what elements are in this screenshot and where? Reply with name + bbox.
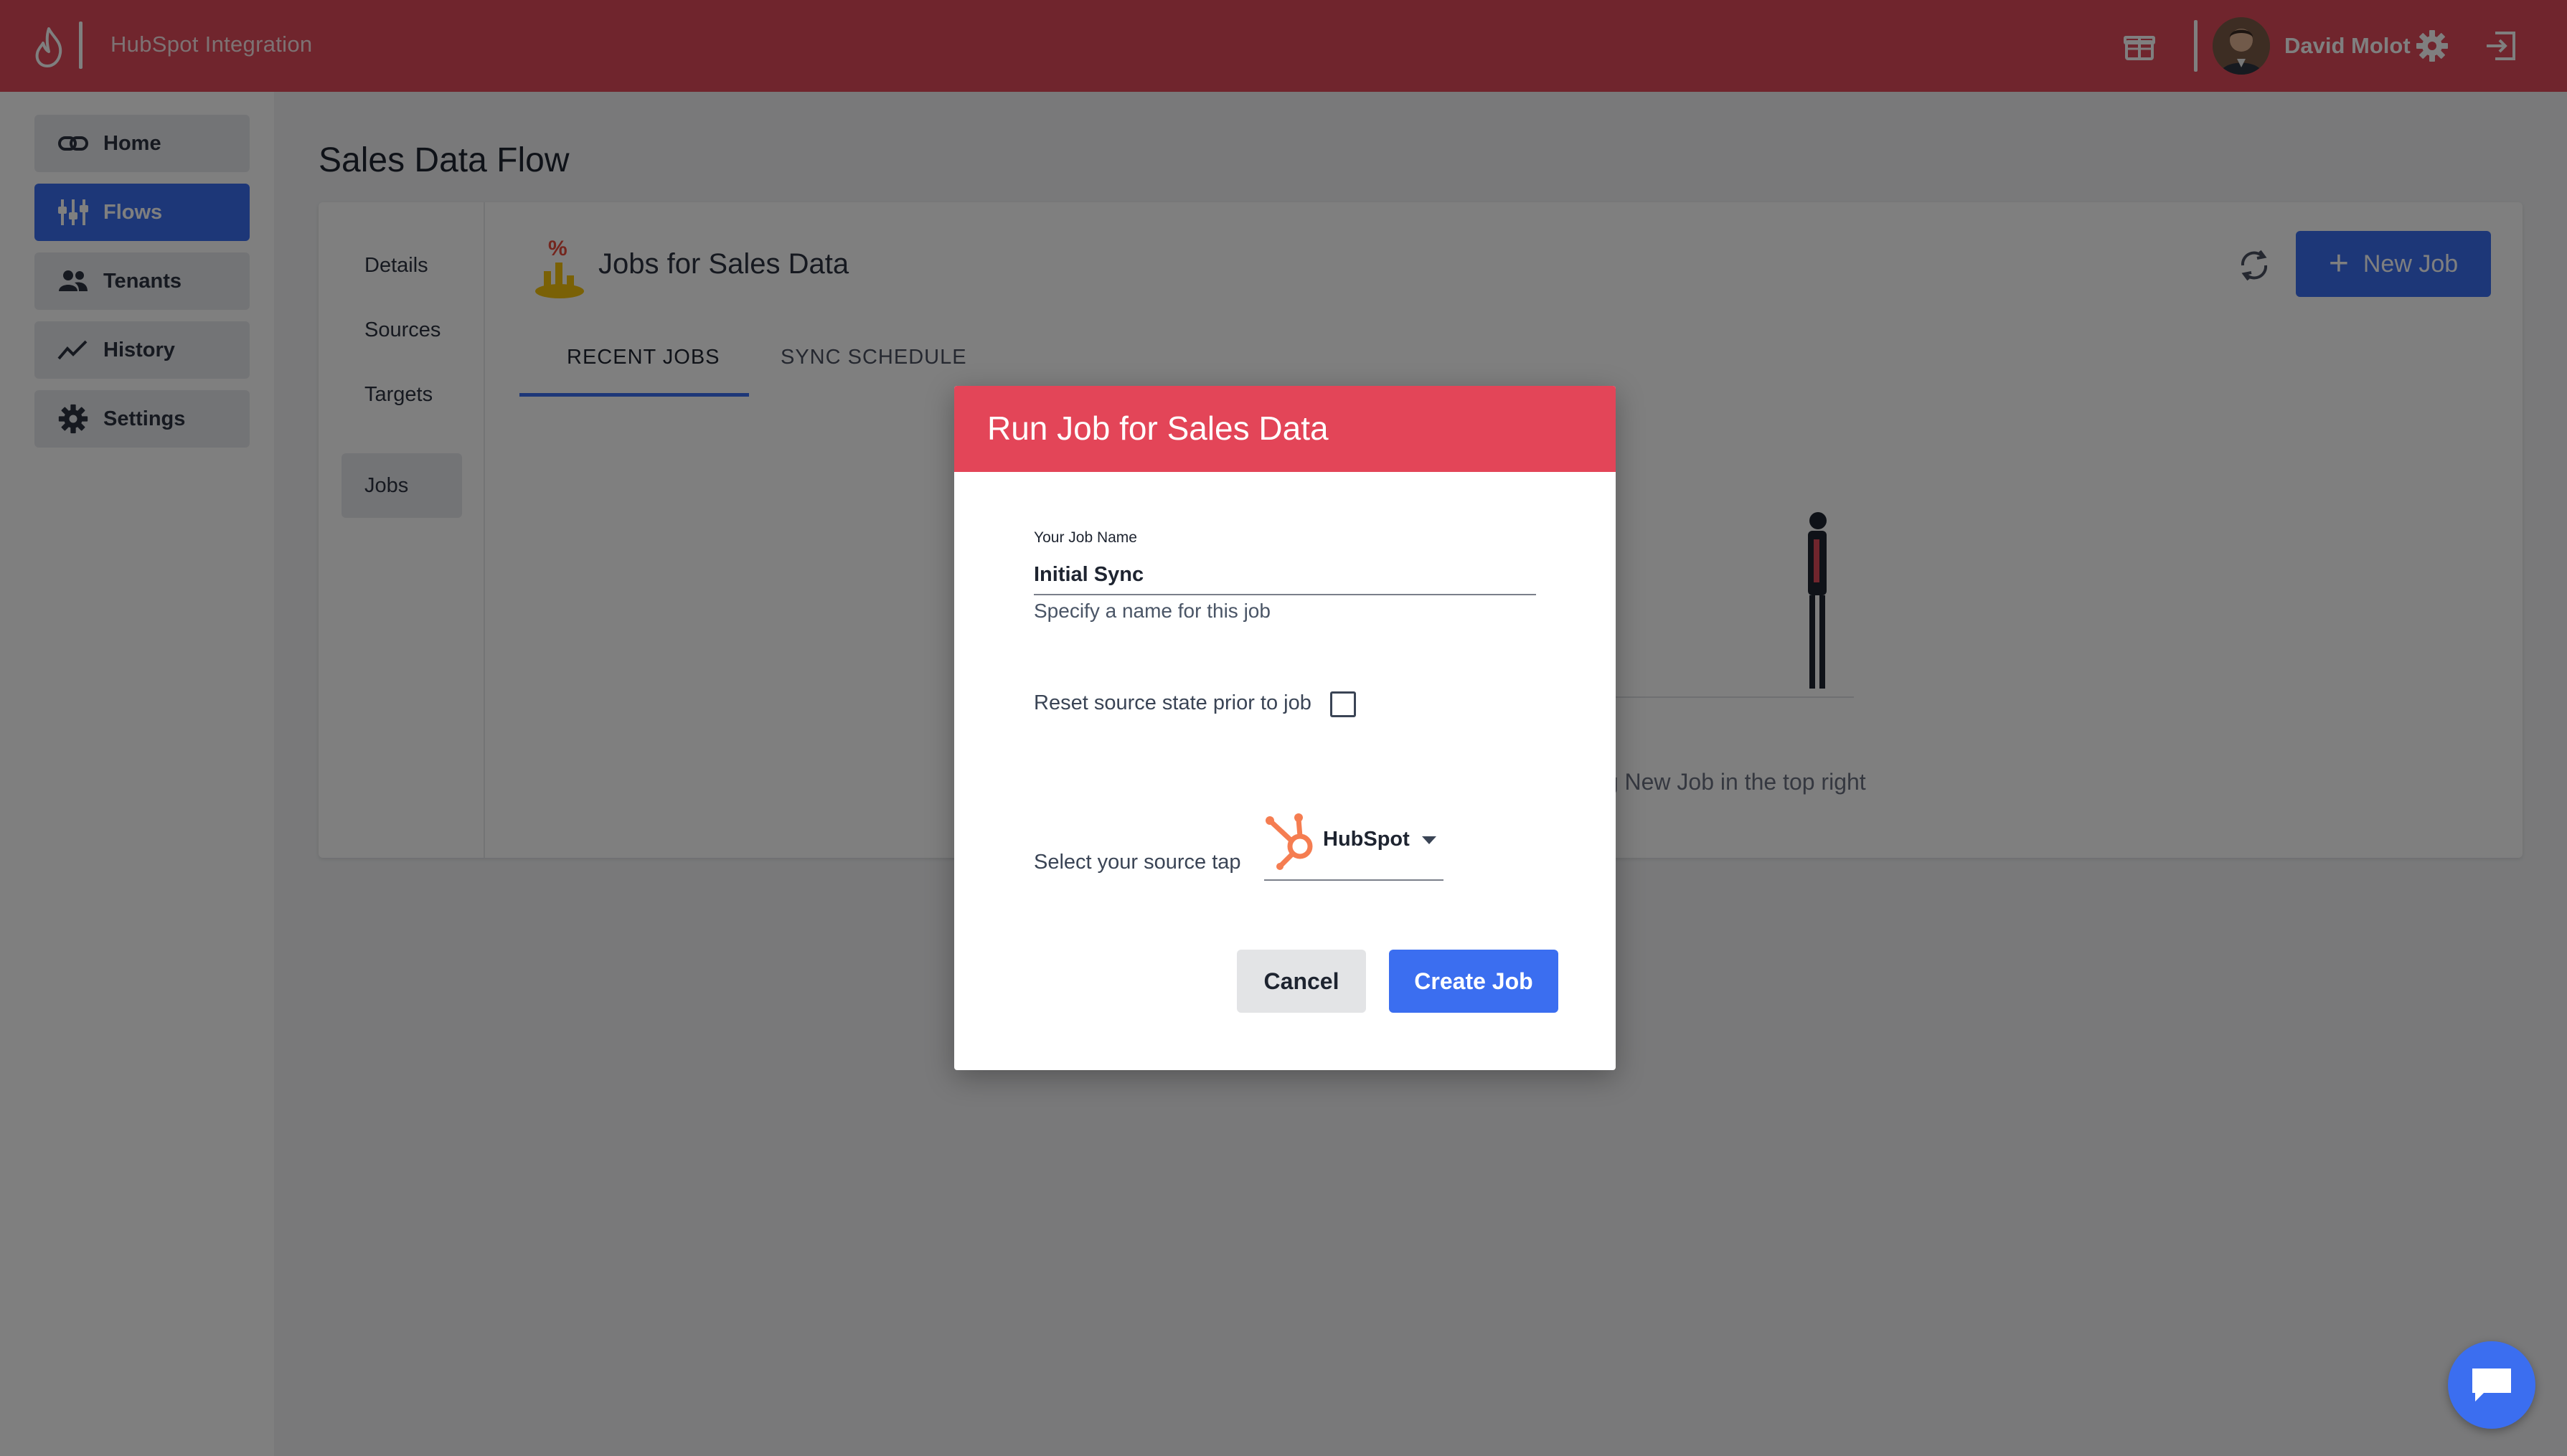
job-name-help: Specify a name for this job — [1034, 600, 1271, 622]
run-job-dialog: Run Job for Sales Data Your Job Name Spe… — [954, 386, 1616, 1070]
job-name-label: Your Job Name — [1034, 529, 1137, 546]
source-tap-value: HubSpot — [1323, 828, 1410, 851]
chat-button[interactable] — [2448, 1341, 2535, 1429]
source-tap-select[interactable]: HubSpot — [1264, 812, 1443, 881]
chevron-down-icon — [1422, 836, 1436, 844]
chat-bubble-icon — [2472, 1368, 2511, 1401]
dialog-title: Run Job for Sales Data — [987, 410, 1329, 447]
reset-source-label: Reset source state prior to job — [1034, 691, 1311, 714]
dialog-header: Run Job for Sales Data — [954, 386, 1616, 472]
cancel-button[interactable]: Cancel — [1237, 950, 1366, 1013]
job-name-input[interactable] — [1034, 555, 1536, 595]
source-tap-label: Select your source tap — [1034, 851, 1241, 874]
hubspot-logo-icon — [1266, 813, 1313, 870]
reset-source-checkbox[interactable] — [1330, 691, 1356, 717]
create-job-button[interactable]: Create Job — [1389, 950, 1558, 1013]
